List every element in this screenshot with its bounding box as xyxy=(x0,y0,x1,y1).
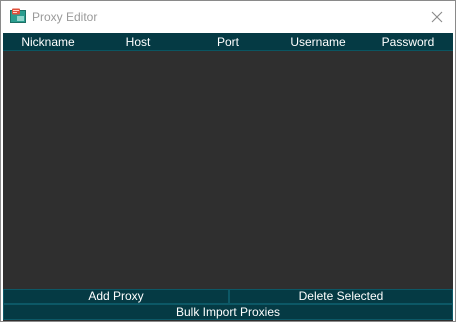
column-header-host[interactable]: Host xyxy=(93,33,183,51)
proxy-editor-window: Proxy Editor Nickname Host Port Username… xyxy=(0,0,456,322)
close-icon xyxy=(431,11,443,22)
column-header-password[interactable]: Password xyxy=(363,33,453,51)
column-header-port[interactable]: Port xyxy=(183,33,273,51)
delete-selected-button[interactable]: Delete Selected xyxy=(229,289,453,304)
proxy-list[interactable] xyxy=(3,51,453,289)
column-header-nickname[interactable]: Nickname xyxy=(3,33,93,51)
title-bar: Proxy Editor xyxy=(1,1,455,32)
close-button[interactable] xyxy=(419,1,455,32)
table-header: Nickname Host Port Username Password xyxy=(3,33,453,51)
add-proxy-button[interactable]: Add Proxy xyxy=(3,289,229,304)
proxy-app-icon xyxy=(10,8,26,24)
bulk-import-button[interactable]: Bulk Import Proxies xyxy=(3,304,453,320)
window-title: Proxy Editor xyxy=(32,10,98,24)
column-header-username[interactable]: Username xyxy=(273,33,363,51)
proxy-editor-content: Nickname Host Port Username Password Add… xyxy=(3,33,453,321)
